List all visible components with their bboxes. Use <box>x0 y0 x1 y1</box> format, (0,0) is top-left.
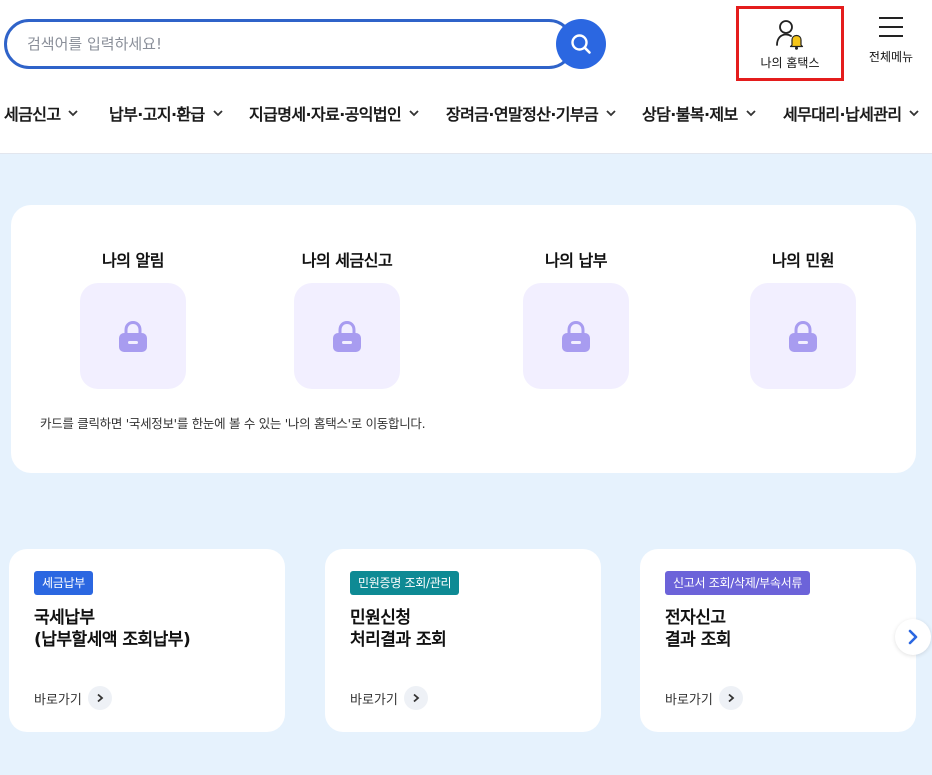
card-go-label: 바로가기 <box>350 692 398 708</box>
card-title-line: 결과 조회 <box>665 630 731 650</box>
summary-title: 나의 알림 <box>102 251 164 270</box>
card-go-label: 바로가기 <box>34 692 82 708</box>
my-hometax-label: 나의 홈택스 <box>760 56 820 70</box>
card-badge: 신고서 조회/삭제/부속서류 <box>665 571 811 595</box>
card-go-link[interactable]: 바로가기 <box>665 686 743 710</box>
shortcut-card-tax-payment[interactable]: 세금납부 국세납부 (납부할세액 조회납부) 바로가기 <box>9 549 285 732</box>
search-button[interactable] <box>556 19 606 69</box>
user-bell-icon <box>774 18 806 50</box>
shortcut-card-civil-petition[interactable]: 민원증명 조회/관리 민원신청 처리결과 조회 바로가기 <box>325 549 601 732</box>
nav-item-label: 장려금·연말정산·기부금 <box>446 105 599 124</box>
chevron-right-icon <box>718 686 743 710</box>
lock-icon <box>789 320 817 352</box>
nav-item-label: 납부·고지·환급 <box>109 105 205 124</box>
hamburger-icon <box>879 17 903 37</box>
nav-item-tax-agent[interactable]: 세무대리·납세관리 <box>783 98 920 128</box>
lock-icon <box>562 320 590 352</box>
summary-tile <box>80 283 186 389</box>
chevron-down-icon <box>213 110 223 117</box>
card-go-link[interactable]: 바로가기 <box>34 686 112 710</box>
search-icon <box>571 34 591 54</box>
summary-my-complaints[interactable]: 나의 민원 <box>723 247 883 389</box>
main-nav: 세금신고 납부·고지·환급 지급명세·자료·공익법인 장려금·연말정산·기부금 … <box>0 98 932 128</box>
card-go-label: 바로가기 <box>665 692 713 708</box>
chevron-right-icon <box>403 686 428 710</box>
carousel-next-button[interactable] <box>895 619 931 655</box>
card-title: 국세납부 (납부할세액 조회납부) <box>34 607 274 651</box>
card-go-link[interactable]: 바로가기 <box>350 686 428 710</box>
card-title-line: 처리결과 조회 <box>350 630 447 650</box>
card-title-line: 전자신고 <box>665 608 726 628</box>
chevron-down-icon <box>746 110 756 117</box>
chevron-down-icon <box>68 110 79 117</box>
summary-tile <box>294 283 400 389</box>
search-box[interactable] <box>4 19 574 69</box>
my-hometax-button[interactable]: 나의 홈택스 <box>736 6 844 81</box>
nav-item-tax-filing[interactable]: 세금신고 <box>4 98 79 128</box>
shortcut-card-e-filing[interactable]: 신고서 조회/삭제/부속서류 전자신고 결과 조회 바로가기 <box>640 549 916 732</box>
lock-icon <box>333 320 361 352</box>
card-title-line: 국세납부 <box>34 608 95 628</box>
summary-tile <box>750 283 856 389</box>
nav-item-incentives[interactable]: 장려금·연말정산·기부금 <box>446 98 617 128</box>
summary-title: 나의 세금신고 <box>301 251 393 270</box>
summary-title: 나의 납부 <box>545 251 607 270</box>
card-badge: 민원증명 조회/관리 <box>350 571 460 595</box>
summary-my-payment[interactable]: 나의 납부 <box>496 247 656 389</box>
nav-item-label: 세무대리·납세관리 <box>783 105 902 124</box>
summary-title: 나의 민원 <box>772 251 834 270</box>
card-title: 민원신청 처리결과 조회 <box>350 607 590 651</box>
nav-item-label: 상담·불복·제보 <box>642 105 738 124</box>
summary-note: 카드를 클릭하면 '국세정보'를 한눈에 볼 수 있는 '나의 홈택스'로 이동… <box>40 416 426 431</box>
card-title-line: 민원신청 <box>350 608 411 628</box>
header: 나의 홈택스 전체메뉴 세금신고 납부·고지·환급 지급명세·자료·공익법인 장… <box>0 0 932 154</box>
summary-my-tax-filing[interactable]: 나의 세금신고 <box>267 247 427 389</box>
card-badge: 세금납부 <box>34 571 93 595</box>
chevron-right-icon <box>87 686 112 710</box>
nav-item-label: 지급명세·자료·공익법인 <box>249 105 402 124</box>
nav-item-label: 세금신고 <box>4 105 61 124</box>
nav-item-consulting[interactable]: 상담·불복·제보 <box>642 98 757 128</box>
chevron-down-icon <box>909 110 920 117</box>
my-hometax-summary-panel: 나의 알림 나의 세금신고 나의 납부 나의 민원 카드를 클릭하면 '국세정보… <box>11 205 916 473</box>
chevron-right-icon <box>908 629 918 645</box>
lock-icon <box>119 320 147 352</box>
search-input[interactable] <box>27 32 527 56</box>
all-menu-label: 전체메뉴 <box>868 50 914 64</box>
card-title: 전자신고 결과 조회 <box>665 607 905 651</box>
chevron-down-icon <box>409 110 419 117</box>
all-menu-button[interactable]: 전체메뉴 <box>860 16 922 76</box>
chevron-down-icon <box>606 110 616 117</box>
summary-tile <box>523 283 629 389</box>
nav-item-statements[interactable]: 지급명세·자료·공익법인 <box>249 98 420 128</box>
card-title-line: (납부할세액 조회납부) <box>34 630 191 650</box>
summary-my-notifications[interactable]: 나의 알림 <box>53 247 213 389</box>
nav-item-payment[interactable]: 납부·고지·환급 <box>109 98 224 128</box>
